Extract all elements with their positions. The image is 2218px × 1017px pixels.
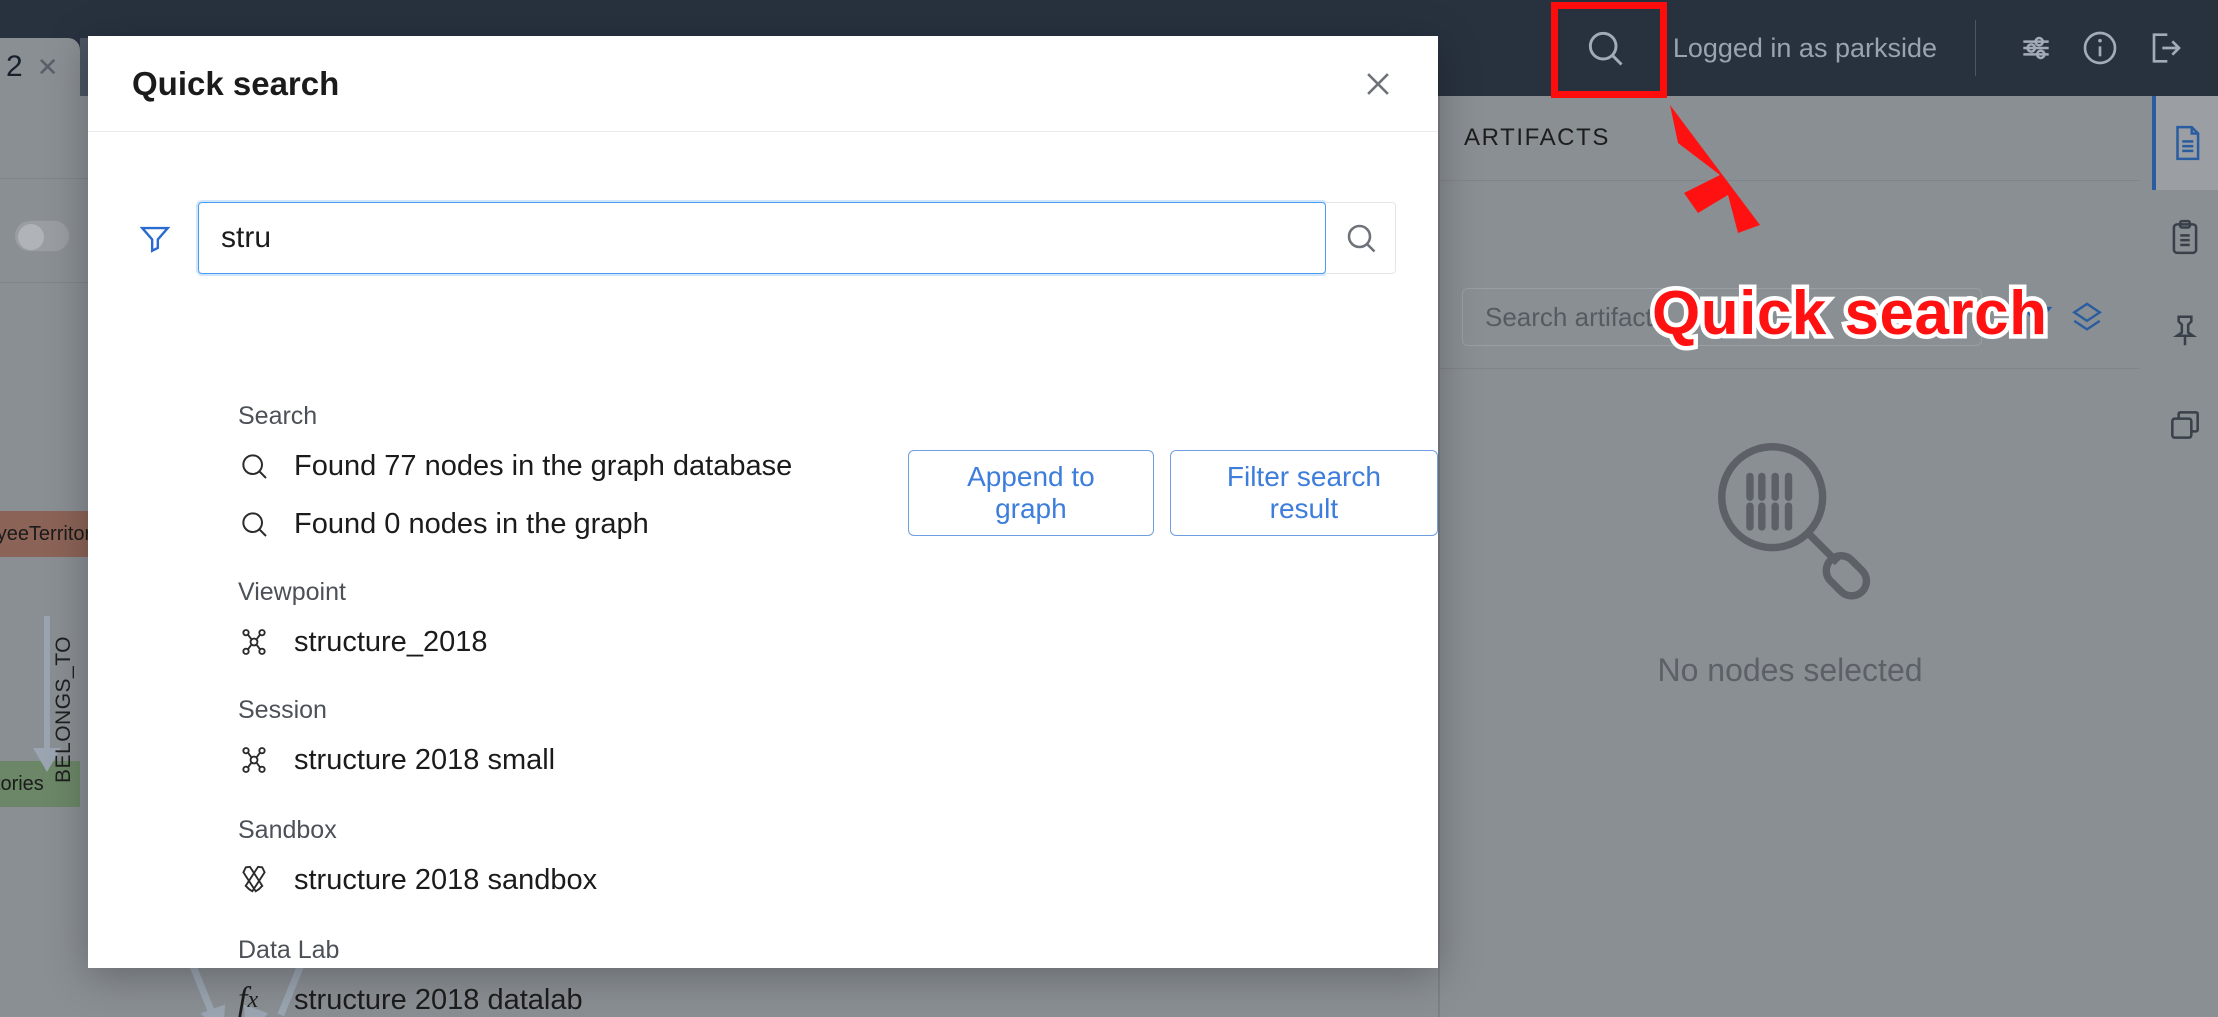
- annotation-arrow: [1670, 105, 1760, 233]
- artifacts-panel-title: ARTIFACTS: [1464, 124, 1610, 151]
- result-group-label: Sandbox: [238, 816, 337, 844]
- result-row-label: Found 0 nodes in the graph: [294, 507, 649, 540]
- result-row-label: structure 2018 datalab: [294, 983, 583, 1016]
- graph-edge-label: BELONGS_TO: [52, 636, 75, 783]
- sliders-icon[interactable]: [2004, 0, 2068, 96]
- modal-header: Quick search: [88, 36, 1438, 132]
- rail-item-document[interactable]: [2152, 96, 2218, 190]
- modal-title: Quick search: [132, 64, 340, 102]
- app-root: EmployeeTerritories Territories BELONGS_…: [0, 0, 2218, 1017]
- result-row-label: Found 77 nodes in the graph database: [294, 449, 793, 482]
- graph-edge-line: [44, 616, 50, 756]
- result-group-search: Search Found 77 nodes in the graph datab…: [238, 402, 792, 553]
- quick-search-modal: Quick search stru Search Found 77 nodes …: [88, 36, 1438, 1017]
- workspace-divider: [0, 178, 90, 179]
- sandbox-pencil-icon: [238, 864, 294, 896]
- result-row[interactable]: structure 2018 sandbox: [238, 851, 597, 909]
- rail-item-copy[interactable]: [2152, 378, 2218, 472]
- annotation-label: Quick search: [1647, 275, 2051, 353]
- workspace-tab-index: 2: [6, 50, 23, 83]
- quick-search-input[interactable]: [196, 200, 1328, 276]
- result-row[interactable]: Found 77 nodes in the graph database: [238, 437, 792, 495]
- result-group-label: Data Lab: [238, 936, 340, 964]
- magnifier-icon: [238, 508, 294, 540]
- annotation-highlight-box: [1551, 2, 1667, 98]
- result-group-datalab: Data Lab fx structure 2018 datalab: [238, 936, 583, 1017]
- artifacts-search-divider: [1440, 368, 2140, 369]
- result-row[interactable]: fx structure 2018 datalab: [238, 971, 583, 1017]
- result-group-label: Session: [238, 696, 327, 724]
- result-group-label: Search: [238, 402, 318, 430]
- right-icon-rail: [2152, 96, 2218, 1017]
- result-group-session: Session structure 2018 small: [238, 696, 555, 789]
- rail-item-clipboard[interactable]: [2152, 190, 2218, 284]
- fx-icon: fx: [238, 981, 259, 1017]
- info-circle-icon[interactable]: [2068, 0, 2132, 96]
- quick-search-row: [132, 200, 1396, 276]
- result-row-label: structure 2018 sandbox: [294, 863, 598, 896]
- graph-node-employee-territories[interactable]: EmployeeTerritories: [0, 511, 117, 557]
- search-icon[interactable]: [1326, 202, 1396, 274]
- magnifier-icon: [238, 450, 294, 482]
- result-row[interactable]: structure 2018 small: [238, 731, 555, 789]
- close-icon[interactable]: ✕: [37, 52, 59, 83]
- graph-node-icon: [238, 626, 294, 658]
- toggle-knob: [18, 224, 44, 250]
- rail-item-pin[interactable]: [2152, 284, 2218, 378]
- result-group-viewpoint: Viewpoint structure_2018: [238, 578, 487, 671]
- artifacts-search-placeholder: Search artifacts: [1485, 301, 1666, 332]
- annotation-label-text: Quick search: [1647, 275, 2051, 353]
- logged-in-user-label: Logged in as parkside: [1672, 32, 1937, 63]
- result-group-label: Viewpoint: [238, 578, 346, 606]
- result-row[interactable]: structure_2018: [238, 613, 487, 671]
- graph-node-icon: [238, 744, 294, 776]
- result-row[interactable]: Found 0 nodes in the graph: [238, 495, 792, 553]
- filter-icon[interactable]: [132, 215, 178, 261]
- close-icon[interactable]: [1348, 54, 1408, 114]
- artifacts-empty-state: No nodes selected: [1440, 426, 2140, 689]
- result-row-label: structure_2018: [294, 625, 488, 658]
- top-bar-divider: [1975, 20, 1976, 76]
- logout-icon[interactable]: [2132, 0, 2196, 96]
- binary-magnifier-icon: [1718, 443, 1871, 600]
- result-group-sandbox: Sandbox structure 2018 sandbox: [238, 816, 597, 909]
- append-to-graph-button[interactable]: Append to graph: [908, 450, 1154, 536]
- graph-node-label: Territories: [0, 772, 44, 795]
- artifacts-empty-label: No nodes selected: [1657, 652, 1923, 688]
- workspace-tab[interactable]: 2 ✕: [0, 38, 80, 96]
- panel-toggle-switch[interactable]: [14, 220, 70, 252]
- search-actions: Append to graph Filter search result: [908, 450, 1438, 536]
- filter-search-result-button[interactable]: Filter search result: [1169, 450, 1438, 536]
- workspace-divider: [0, 282, 90, 283]
- result-row-label: structure 2018 small: [294, 743, 556, 776]
- layers-icon[interactable]: [2070, 301, 2104, 335]
